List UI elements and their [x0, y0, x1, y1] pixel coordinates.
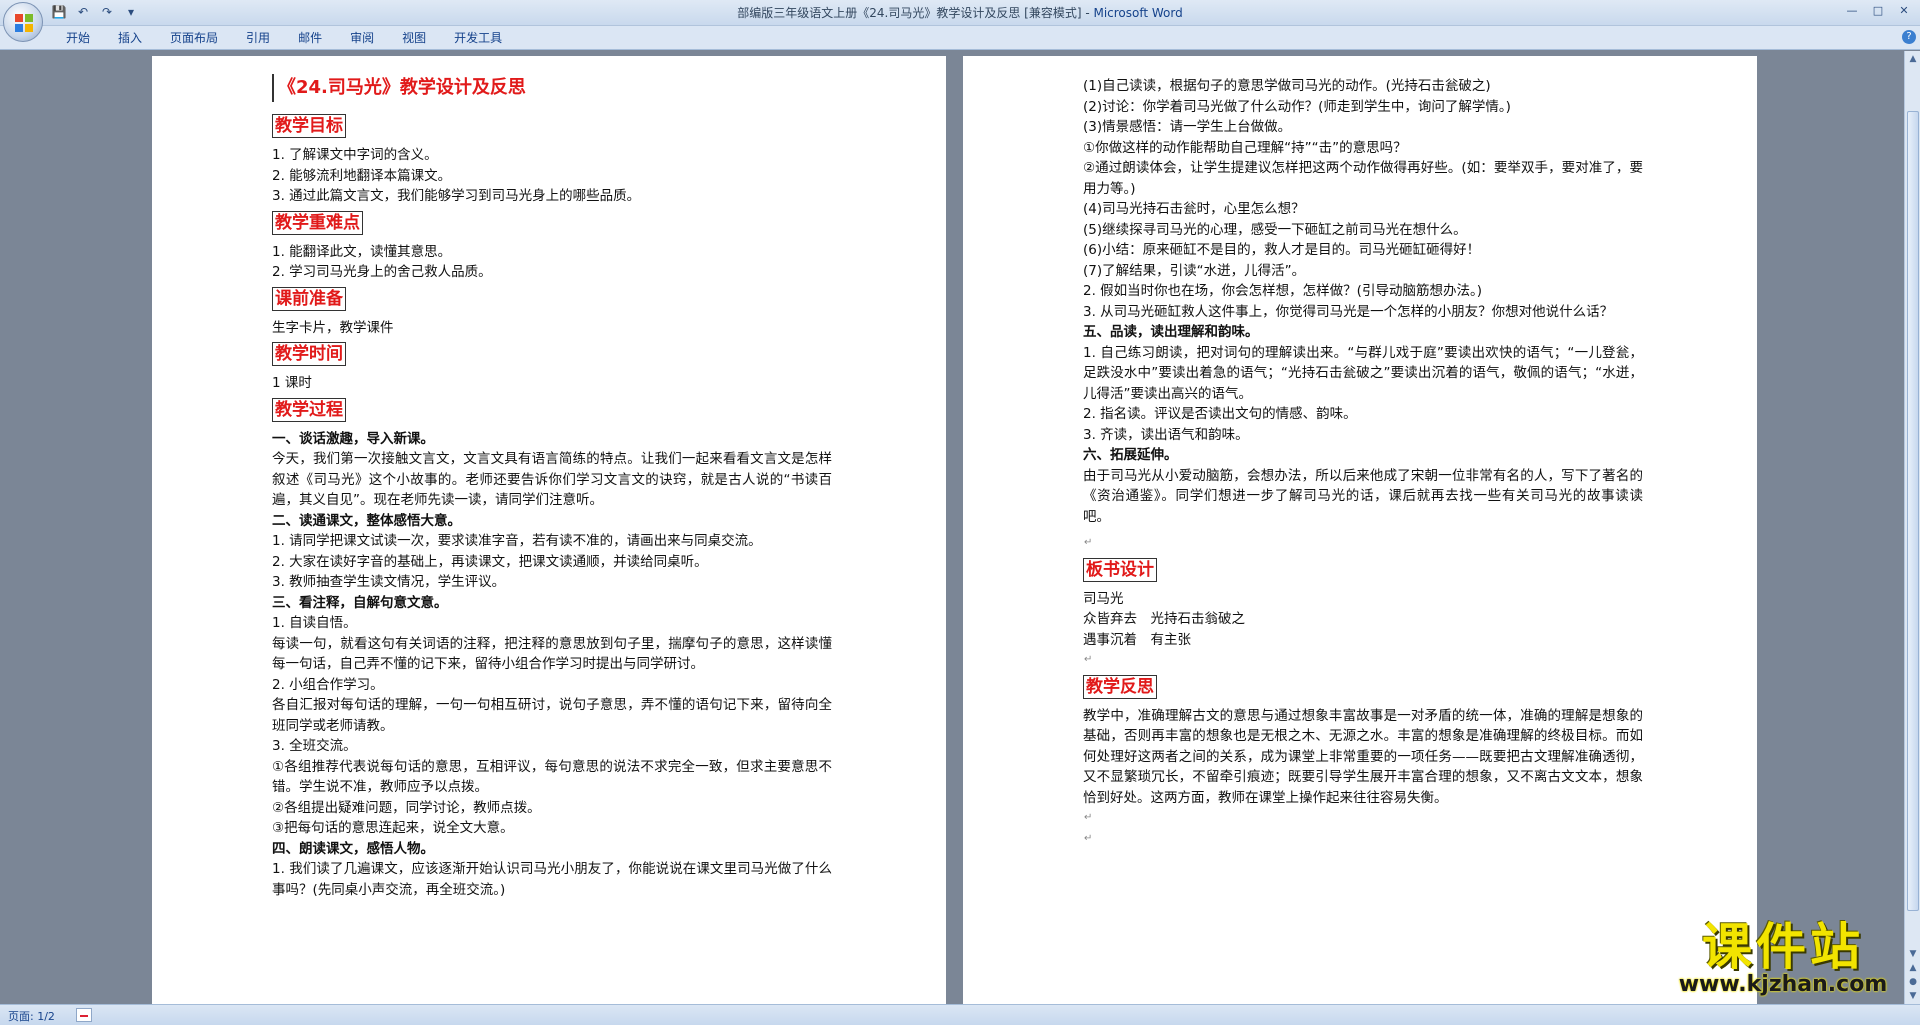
board-line: 司马光: [1083, 590, 1124, 607]
heading-teaching-time: 教学时间: [272, 342, 346, 366]
paragraph: 每读一句，就看这句有关词语的注释，把注释的意思放到句子里，揣摩句子的意思，这样读…: [272, 635, 832, 673]
paragraph: 1. 请同学把课文试读一次，要求读准字音，若有读不准的，请画出来与同桌交流。: [272, 533, 762, 549]
title-bar: 💾 ↶ ↷ ▾ 部编版三年级语文上册《24.司马光》教学设计及反思 [兼容模式]…: [0, 0, 1920, 26]
time-text: 1 课时: [272, 375, 312, 391]
help-icon[interactable]: ?: [1902, 30, 1916, 44]
section-heading: 六、拓展延伸。: [1083, 447, 1178, 463]
paragraph: (7)了解结果，引读“水迸，儿得活”。: [1083, 262, 1306, 279]
heading-preparation: 课前准备: [272, 286, 346, 311]
paragraph: 由于司马光从小爱动脑筋，会想办法，所以后来他成了宋朝一位非常有名的人，写下了著名…: [1083, 467, 1643, 525]
paragraph-mark: ↵: [1084, 832, 1093, 844]
previous-page-icon[interactable]: ▲: [1907, 962, 1919, 974]
key-item: 2. 学习司马光身上的舍己救人品质。: [272, 264, 492, 280]
paragraph: 3. 全班交流。: [272, 738, 357, 754]
heading-teaching-goals: 教学目标: [272, 114, 346, 138]
ribbon-tab[interactable]: 开发工具: [440, 30, 516, 46]
paragraph: 3. 齐读，读出语气和韵味。: [1083, 426, 1249, 443]
goal-item: 3. 通过此篇文言文，我们能够学习到司马光身上的哪些品质。: [272, 188, 641, 204]
ribbon-tab[interactable]: 页面布局: [156, 30, 232, 46]
document-title: 部编版三年级语文上册《24.司马光》教学设计及反思 [兼容模式] -: [737, 6, 1094, 20]
page-1-content[interactable]: 《24.司马光》教学设计及反思 教学目标 1. 了解课文中字词的含义。 2. 能…: [272, 70, 832, 900]
proofing-icon[interactable]: [76, 1008, 92, 1022]
page-1[interactable]: 《24.司马光》教学设计及反思 教学目标 1. 了解课文中字词的含义。 2. 能…: [152, 56, 946, 1004]
document-area[interactable]: 《24.司马光》教学设计及反思 教学目标 1. 了解课文中字词的含义。 2. 能…: [0, 51, 1904, 1004]
ribbon-tab-bar: 开始 插入 页面布局 引用 邮件 审阅 视图 开发工具 ?: [0, 26, 1920, 50]
paragraph: 3. 从司马光砸缸救人这件事上，你觉得司马光是一个怎样的小朋友？你想对他说什么话…: [1083, 303, 1614, 320]
section-heading: 二、读通课文，整体感悟大意。: [272, 512, 461, 529]
page-count[interactable]: 页面: 1/2: [8, 1008, 55, 1024]
close-icon[interactable]: ✕: [1892, 2, 1916, 20]
watermark-logo: 课件站 www.kjzhan.com: [1668, 920, 1898, 997]
paragraph: 2. 小组合作学习。: [272, 676, 384, 693]
office-logo-icon: [15, 14, 33, 32]
paragraph: 2. 指名读。评议是否读出文句的情感、韵味。: [1083, 406, 1357, 422]
office-button[interactable]: [3, 2, 43, 42]
maximize-icon[interactable]: □: [1866, 2, 1890, 20]
paragraph: 各自汇报对每句话的理解，一句一句相互研讨，说句子意思，弄不懂的语句记下来，留待向…: [272, 697, 832, 734]
scroll-up-icon[interactable]: ▲: [1907, 53, 1919, 65]
scroll-down-icon[interactable]: ▼: [1907, 948, 1919, 960]
board-line: 遇事沉着 有主张: [1083, 631, 1191, 648]
ribbon-tab[interactable]: 视图: [388, 30, 440, 46]
paragraph: 1. 自读自悟。: [272, 615, 357, 631]
goal-item: 2. 能够流利地翻译本篇课文。: [272, 167, 452, 184]
ribbon-tab[interactable]: 开始: [52, 30, 104, 46]
vertical-scrollbar[interactable]: ▲ ▼ ▲ ● ▼: [1904, 51, 1920, 1004]
heading-key-points: 教学重难点: [272, 210, 363, 235]
paragraph: (4)司马光持石击瓮时，心里怎么想？: [1083, 201, 1305, 217]
paragraph: (6)小结：原来砸缸不是目的，救人才是目的。司马光砸缸砸得好！: [1083, 242, 1481, 258]
goal-item: 1. 了解课文中字词的含义。: [272, 147, 438, 163]
paragraph: 2. 假如当时你也在场，你会怎样想，怎样做？(引导动脑筋想办法。): [1083, 283, 1482, 299]
heading-board-design: 板书设计: [1083, 557, 1157, 582]
window-title: 部编版三年级语文上册《24.司马光》教学设计及反思 [兼容模式] - Micro…: [0, 4, 1920, 21]
heading-reflection: 教学反思: [1083, 674, 1157, 699]
watermark-url: www.kjzhan.com: [1678, 972, 1888, 997]
window-controls: — □ ✕: [1840, 2, 1916, 20]
section-heading: 一、谈话激趣，导入新课。: [272, 430, 434, 447]
key-item: 1. 能翻译此文，读懂其意思。: [272, 243, 452, 260]
paragraph-mark: ↵: [1084, 654, 1093, 665]
paragraph: ①各组推荐代表说每句话的意思，互相评议，每句意思的说法不求完全一致，但求主要意思…: [272, 758, 832, 796]
board-line: 众皆弃去 光持石击翁破之: [1083, 611, 1245, 627]
section-heading: 四、朗读课文，感悟人物。: [272, 840, 434, 857]
minimize-icon[interactable]: —: [1840, 2, 1864, 20]
page-2[interactable]: (1)自己读读，根据句子的意思学做司马光的动作。(光持石击瓮破之) (2)讨论：…: [963, 56, 1757, 1004]
preparation-text: 生字卡片，教学课件: [272, 319, 394, 336]
paragraph: ③把每句话的意思连起来，说全文大意。: [272, 820, 514, 836]
status-bar: 页面: 1/2: [0, 1004, 1920, 1025]
browse-object-icon[interactable]: ●: [1907, 976, 1919, 988]
paragraph: ①你做这样的动作能帮助自己理解“持”“击”的意思吗？: [1083, 139, 1407, 156]
watermark-title: 课件站: [1702, 918, 1864, 976]
paragraph: 1. 自己练习朗读，把对词句的理解读出来。“与群儿戏于庭”要读出欢快的语气；“一…: [1083, 344, 1643, 402]
ribbon-tabs: 开始 插入 页面布局 引用 邮件 审阅 视图 开发工具: [52, 30, 516, 46]
app-name: Microsoft Word: [1093, 6, 1183, 20]
paragraph: (1)自己读读，根据句子的意思学做司马光的动作。(光持石击瓮破之): [1083, 78, 1491, 94]
paragraph: 今天，我们第一次接触文言文，文言文具有语言简练的特点。让我们一起来看看文言文是怎…: [272, 451, 832, 508]
paragraph: (5)继续探寻司马光的心理，感受一下砸缸之前司马光在想什么。: [1083, 221, 1467, 238]
document-heading: 《24.司马光》教学设计及反思: [272, 74, 832, 102]
paragraph: (3)情景感悟：请一学生上台做做。: [1083, 119, 1292, 135]
paragraph: ②通过朗读体会，让学生提建议怎样把这两个动作做得再好些。(如：要举双手，要对准了…: [1083, 160, 1643, 197]
ribbon-tab[interactable]: 邮件: [284, 30, 336, 46]
page-2-content[interactable]: (1)自己读读，根据句子的意思学做司马光的动作。(光持石击瓮破之) (2)讨论：…: [1083, 76, 1643, 849]
paragraph: 3. 教师抽查学生读文情况，学生评议。: [272, 574, 506, 590]
section-heading: 五、品读，读出理解和韵味。: [1083, 324, 1259, 340]
ribbon-tab[interactable]: 审阅: [336, 30, 388, 46]
paragraph-mark: ↵: [1084, 812, 1093, 823]
ribbon-tab[interactable]: 插入: [104, 30, 156, 46]
ribbon-tab[interactable]: 引用: [232, 30, 284, 46]
scroll-nav-buttons: ▼ ▲ ● ▼: [1907, 948, 1919, 1002]
heading-process: 教学过程: [272, 397, 346, 422]
reflection-text: 教学中，准确理解古文的意思与通过想象丰富故事是一对矛盾的统一体，准确的理解是想象…: [1083, 707, 1643, 806]
next-page-icon[interactable]: ▼: [1907, 990, 1919, 1002]
paragraph: (2)讨论：你学着司马光做了什么动作？(师走到学生中，询问了解学情。): [1083, 98, 1511, 115]
paragraph: ②各组提出疑难问题，同学讨论，教师点拨。: [272, 799, 541, 816]
paragraph: 2. 大家在读好字音的基础上，再读课文，把课文读通顺，并读给同桌听。: [272, 553, 708, 570]
paragraph: 1. 我们读了几遍课文，应该逐渐开始认识司马光小朋友了，你能说说在课文里司马光做…: [272, 861, 832, 898]
scroll-thumb[interactable]: [1907, 111, 1919, 911]
paragraph-mark: ↵: [1084, 537, 1093, 548]
section-heading: 三、看注释，自解句意文意。: [272, 594, 448, 611]
